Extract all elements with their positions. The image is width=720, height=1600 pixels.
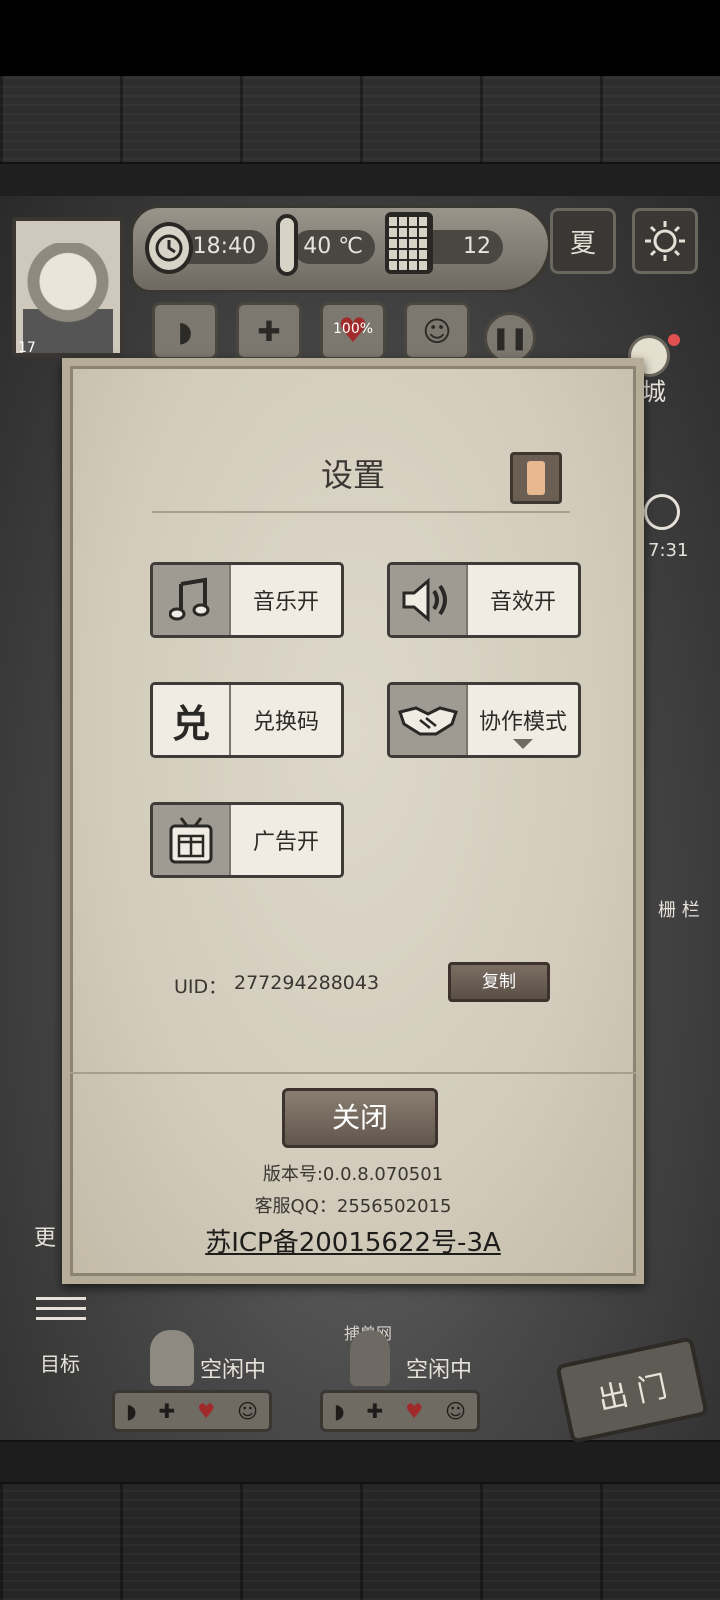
character-2-status: 空闲中 <box>406 1358 473 1383</box>
wood-strip-bottom <box>0 1440 720 1484</box>
coop-mode-label: 协作模式 <box>468 685 578 755</box>
support-qq-text: 客服QQ：2556502015 <box>254 1196 452 1217</box>
character-2-stats[interactable]: ◗ ✚ ♥ ☺ <box>320 1390 480 1432</box>
sun-icon <box>645 221 685 261</box>
character-1-avatar[interactable] <box>150 1330 194 1386</box>
dropdown-arrow-icon <box>513 739 533 749</box>
character-2-avatar[interactable] <box>350 1330 390 1386</box>
music-toggle-button[interactable]: 音乐开 <box>150 562 344 638</box>
player-level: 17 <box>18 340 36 356</box>
notice-button[interactable] <box>510 452 562 504</box>
ads-toggle-button[interactable]: 广告开 <box>150 802 344 878</box>
speaker-icon <box>390 565 468 635</box>
status-bar <box>0 0 720 76</box>
cross-icon: ✚ <box>257 314 281 348</box>
person-icon: ☺ <box>445 1399 466 1423</box>
music-note-icon <box>153 565 231 635</box>
close-button[interactable]: 关闭 <box>282 1088 438 1148</box>
person-icon: ☺ <box>422 314 452 348</box>
character-1-status: 空闲中 <box>200 1358 267 1383</box>
small-clock-icon <box>644 494 680 530</box>
handshake-icon <box>390 685 468 755</box>
season-label: 夏 <box>569 228 596 259</box>
sound-effects-toggle-button[interactable]: 音效开 <box>387 562 581 638</box>
thermometer-icon <box>276 214 298 276</box>
exclamation-icon <box>527 461 545 495</box>
settings-dialog: 设置 音乐开 音效开 兑 兑换码 协作模式 广告开 UID： 277294288… <box>62 358 644 1284</box>
ads-toggle-label: 广告开 <box>252 830 319 855</box>
stomach-icon: ◗ <box>125 1399 137 1423</box>
coop-mode-button[interactable]: 协作模式 <box>387 682 581 758</box>
icp-license-link[interactable]: 苏ICP备20015622号-3A <box>70 1222 636 1259</box>
copy-uid-button[interactable]: 复制 <box>448 962 550 1002</box>
notification-dot <box>668 334 680 346</box>
tv-gift-icon <box>153 805 231 875</box>
season-button[interactable]: 夏 <box>550 208 616 274</box>
person-icon: ☺ <box>237 1399 258 1423</box>
title-divider <box>152 511 570 513</box>
avatar <box>23 243 113 353</box>
pause-icon: ❚❚ <box>491 325 529 351</box>
uid-label: UID： <box>174 976 228 998</box>
wood-strip-top <box>0 162 720 198</box>
redeem-code-button[interactable]: 兑 兑换码 <box>150 682 344 758</box>
stomach-icon: ◗ <box>177 314 193 348</box>
stomach-icon: ◗ <box>333 1399 345 1423</box>
goal-list-icon[interactable] <box>36 1292 86 1320</box>
side-label-fence: 栅 栏 <box>658 900 700 921</box>
uid-value: 277294288043 <box>234 972 380 994</box>
side-label-more: 更 <box>34 1226 57 1251</box>
bottom-divider <box>70 1072 636 1074</box>
cross-icon: ✚ <box>158 1399 176 1423</box>
heart-stat-button[interactable]: ♥ 100% <box>320 302 386 360</box>
redeem-code-label: 兑换码 <box>252 710 319 735</box>
cross-icon: ✚ <box>366 1399 384 1423</box>
music-toggle-label: 音乐开 <box>252 590 319 615</box>
goal-label[interactable]: 目标 <box>40 1348 80 1377</box>
side-label-city: 城 <box>642 378 666 406</box>
temperature-readout: 40 ℃ <box>293 230 375 264</box>
sound-effects-label: 音效开 <box>489 590 556 615</box>
mood-stat-button[interactable]: ☺ <box>404 302 470 360</box>
coop-mode-text: 协作模式 <box>478 710 567 735</box>
version-text: 版本号:0.0.8.070501 <box>262 1164 444 1185</box>
heart-icon: ♥ <box>405 1399 424 1423</box>
pause-button[interactable]: ❚❚ <box>484 312 536 364</box>
heart-icon: ♥ <box>197 1399 216 1423</box>
health-stat-button[interactable]: ✚ <box>236 302 302 360</box>
side-timer: 7:31 <box>648 540 689 561</box>
health-percent: 100% <box>333 321 374 337</box>
hunger-stat-button[interactable]: ◗ <box>152 302 218 360</box>
weather-button[interactable] <box>632 208 698 274</box>
character-1-stats[interactable]: ◗ ✚ ♥ ☺ <box>112 1390 272 1432</box>
redeem-icon: 兑 <box>153 685 231 755</box>
clock-icon <box>145 222 193 274</box>
calendar-icon <box>385 212 433 274</box>
player-portrait[interactable] <box>12 217 124 357</box>
hud-board: 18:40 40 ℃ 12 <box>130 205 551 293</box>
